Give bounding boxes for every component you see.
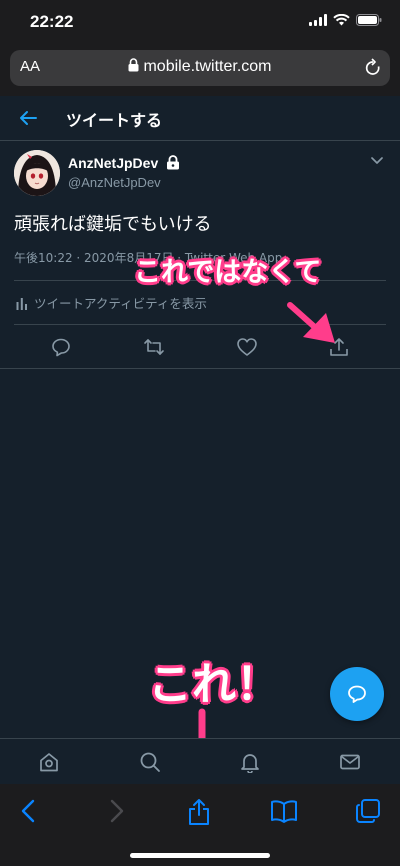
url-text: mobile.twitter.com: [143, 58, 272, 75]
protected-lock-icon: [167, 155, 180, 170]
tweet-actions: [0, 331, 400, 361]
share-icon[interactable]: [186, 798, 212, 826]
tweet-text: 頑張れば鍵垢でもいける: [14, 214, 212, 235]
avatar-image: [14, 150, 60, 196]
status-icons: [309, 14, 382, 26]
retweet-icon[interactable]: [143, 337, 165, 357]
share-icon[interactable]: [329, 337, 349, 357]
home-icon[interactable]: [38, 751, 60, 773]
analytics-icon: [16, 297, 27, 310]
tweet-activity-link[interactable]: ツイートアクティビティを表示: [16, 293, 207, 312]
like-icon[interactable]: [236, 337, 258, 357]
chevron-down-icon[interactable]: [370, 155, 384, 165]
wifi-icon: [333, 14, 350, 26]
battery-icon: [356, 14, 382, 26]
forward-icon[interactable]: [105, 798, 127, 824]
notifications-icon[interactable]: [239, 751, 261, 773]
browser-address-bar: AA mobile.twitter.com: [0, 46, 400, 96]
compose-tweet-button[interactable]: [330, 667, 384, 721]
reply-icon[interactable]: [51, 337, 71, 357]
tweet-activity-label: ツイートアクティビティを表示: [34, 296, 207, 311]
tabs-icon[interactable]: [355, 798, 381, 824]
back-icon[interactable]: [18, 798, 40, 824]
twitter-header: ツイートする: [0, 96, 400, 141]
avatar[interactable]: [14, 150, 60, 196]
messages-icon[interactable]: [339, 751, 361, 773]
twitter-tab-bar: [0, 738, 400, 784]
search-icon[interactable]: [139, 751, 161, 773]
compose-icon: [348, 685, 366, 703]
home-indicator: [130, 853, 270, 858]
display-name[interactable]: AnzNetJpDev: [68, 155, 180, 171]
user-handle[interactable]: @AnzNetJpDev: [68, 175, 161, 190]
bookmarks-icon[interactable]: [270, 798, 298, 824]
status-time: 22:22: [30, 12, 74, 31]
back-arrow-icon[interactable]: [18, 108, 38, 128]
annotation-this-one: これ！: [148, 659, 280, 710]
status-bar: 22:22: [0, 0, 400, 46]
signal-icon: [309, 14, 327, 26]
safari-toolbar: [0, 784, 400, 866]
display-name-text: AnzNetJpDev: [68, 155, 159, 171]
reload-icon[interactable]: [364, 58, 382, 78]
url-field[interactable]: AA mobile.twitter.com: [10, 50, 390, 86]
url-display[interactable]: mobile.twitter.com: [10, 58, 390, 76]
lock-icon: [128, 58, 139, 72]
divider: [14, 324, 386, 325]
page-title: ツイートする: [66, 111, 163, 130]
annotation-not-this: これではなくて: [134, 257, 322, 288]
